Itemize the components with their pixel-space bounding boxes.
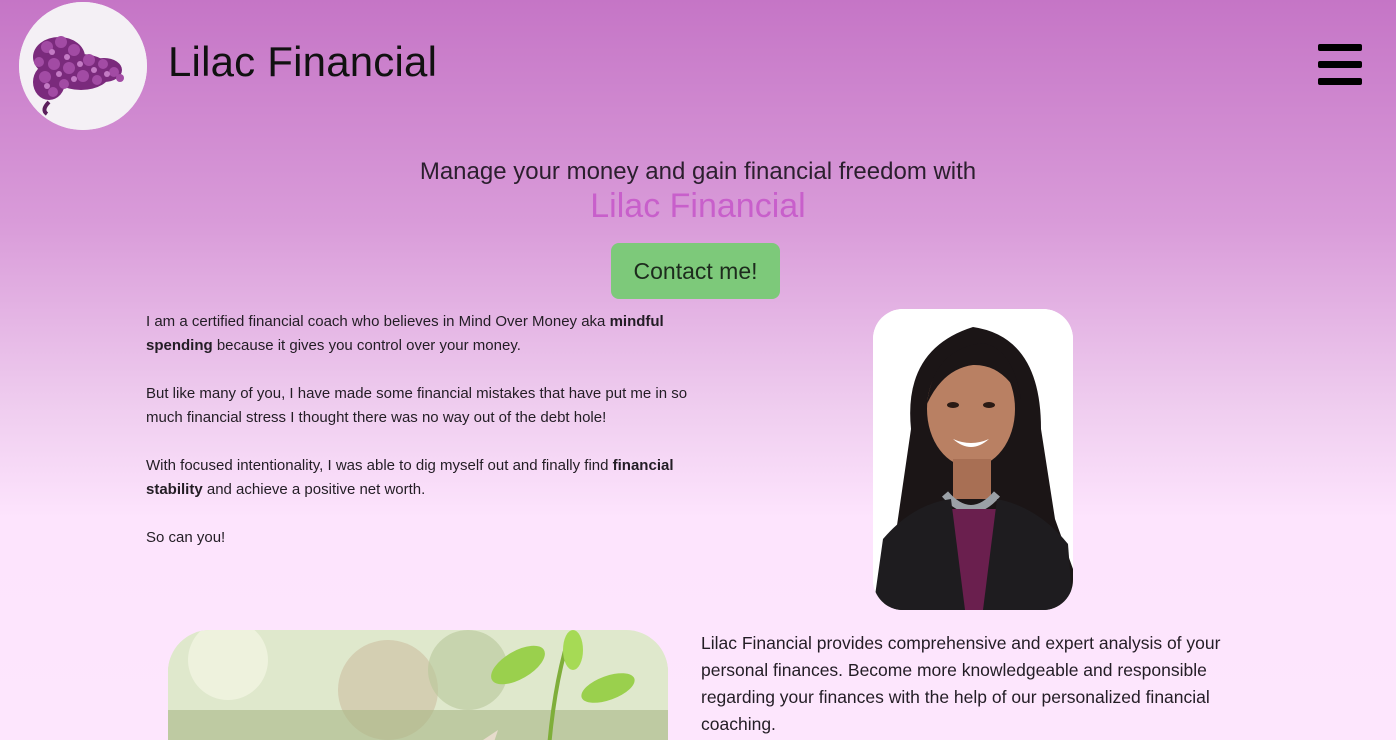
hero-brand-name: Lilac Financial [590, 187, 806, 225]
brand-title[interactable]: Lilac Financial [168, 38, 437, 86]
intro-paragraph: I am a certified financial coach who bel… [146, 310, 691, 358]
contact-me-button[interactable]: Contact me! [611, 243, 780, 299]
logo[interactable] [19, 2, 147, 130]
intro-paragraph: With focused intentionality, I was able … [146, 454, 691, 502]
coach-portrait [873, 309, 1073, 610]
intro-text-span: and achieve a positive net worth. [202, 481, 426, 498]
intro-paragraph: But like many of you, I have made some f… [146, 385, 688, 426]
lilac-flower-icon [19, 2, 147, 130]
intro-text-span: With focused intentionality, I was able … [146, 457, 613, 474]
menu-button[interactable] [1318, 44, 1362, 86]
intro-paragraph: So can you! [146, 529, 226, 546]
hamburger-menu-icon [1318, 44, 1362, 85]
intro-text-span: I am a certified financial coach who bel… [146, 313, 610, 330]
plant-photo [168, 630, 668, 740]
plant-growth-image [168, 630, 668, 740]
portrait-photo [873, 309, 1073, 610]
intro-text-span: because it gives you control over your m… [212, 337, 521, 354]
services-description: Lilac Financial provides comprehensive a… [701, 633, 1221, 734]
intro-text: I am a certified financial coach who bel… [146, 310, 691, 574]
hero-tagline: Manage your money and gain financial fre… [419, 158, 977, 185]
